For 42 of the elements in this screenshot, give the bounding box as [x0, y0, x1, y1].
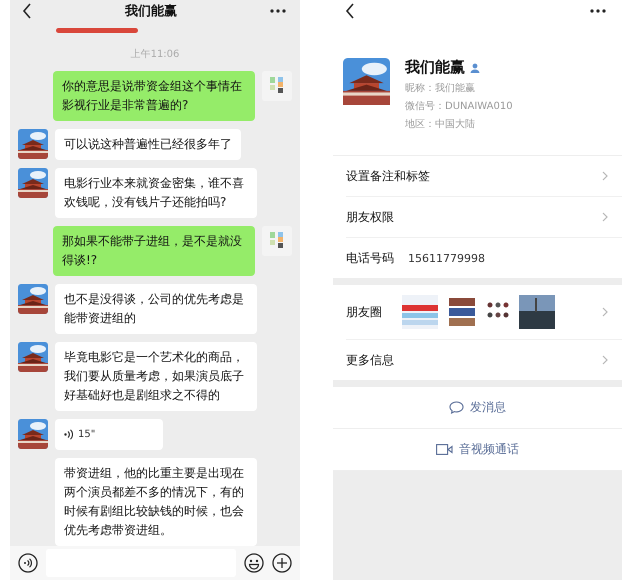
message-bubble: 那如果不能带子进组，是不是就没得谈!?	[53, 226, 255, 276]
profile-row[interactable]: 朋友权限	[346, 197, 622, 238]
profile-row[interactable]: 设置备注和标签	[346, 156, 622, 197]
contact-name: 我们能赢	[405, 58, 465, 77]
person-icon	[470, 62, 480, 72]
row-label: 朋友权限	[346, 208, 394, 226]
emoji-icon[interactable]	[244, 552, 264, 573]
chevron-icon	[602, 307, 608, 317]
profile-row[interactable]: 朋友圈	[346, 285, 622, 340]
chat-title: 我们能赢	[125, 3, 177, 20]
voice-duration: 15"	[78, 428, 96, 442]
message-bubble: 也不是没得谈，公司的优先考虑是能带资进组的	[55, 284, 257, 334]
plus-icon[interactable]	[272, 552, 292, 573]
chevron-icon	[602, 212, 608, 222]
region: 地区：中国大陆	[405, 118, 476, 132]
profile-row[interactable]: 电话号码 15611779998	[346, 238, 622, 278]
timestamp: 上午11:06	[130, 48, 180, 61]
message-bubble: 电影行业本来就资金密集，谁不喜欢钱呢，没有钱片子还能拍吗?	[55, 168, 257, 218]
voice-message[interactable]: 15"	[55, 418, 163, 450]
message-bubble: 带资进组，他的比重主要是出现在两个演员都差不多的情况下，有的时候有剧组比较缺钱的时候，也会优先考虑带资进组。	[55, 458, 257, 546]
more-icon[interactable]	[590, 9, 606, 13]
profile-row[interactable]: 更多信息	[346, 340, 622, 380]
row-label: 设置备注和标签	[346, 168, 430, 184]
nickname: 昵称：我们能赢	[405, 82, 476, 96]
voice-icon[interactable]	[18, 552, 38, 573]
action-button[interactable]: 发消息	[333, 387, 622, 429]
back-icon[interactable]	[22, 3, 32, 20]
chevron-icon	[602, 355, 608, 365]
chat-bubble-icon	[449, 401, 464, 414]
row-label: 朋友圈	[346, 304, 382, 320]
voice-icon	[64, 428, 73, 440]
back-icon[interactable]	[345, 3, 355, 19]
wechat-id: 微信号：DUNAIWA010	[405, 100, 513, 114]
chevron-icon	[602, 171, 608, 181]
video-camera-icon	[436, 444, 453, 455]
message-bubble: 你的意思是说带资金组这个事情在影视行业是非常普遍的?	[53, 70, 255, 121]
phone-number: 15611779998	[408, 252, 485, 264]
message-bubble: 可以说这种普遍性已经很多年了	[55, 128, 241, 160]
row-label: 更多信息	[346, 352, 394, 368]
row-label: 电话号码	[346, 250, 394, 266]
message-bubble: 毕竟电影它是一个艺术化的商品，我们要从质量考虑，如果演员底子好基础好也是剧组求之不得的	[55, 342, 257, 411]
more-icon[interactable]	[270, 9, 286, 14]
